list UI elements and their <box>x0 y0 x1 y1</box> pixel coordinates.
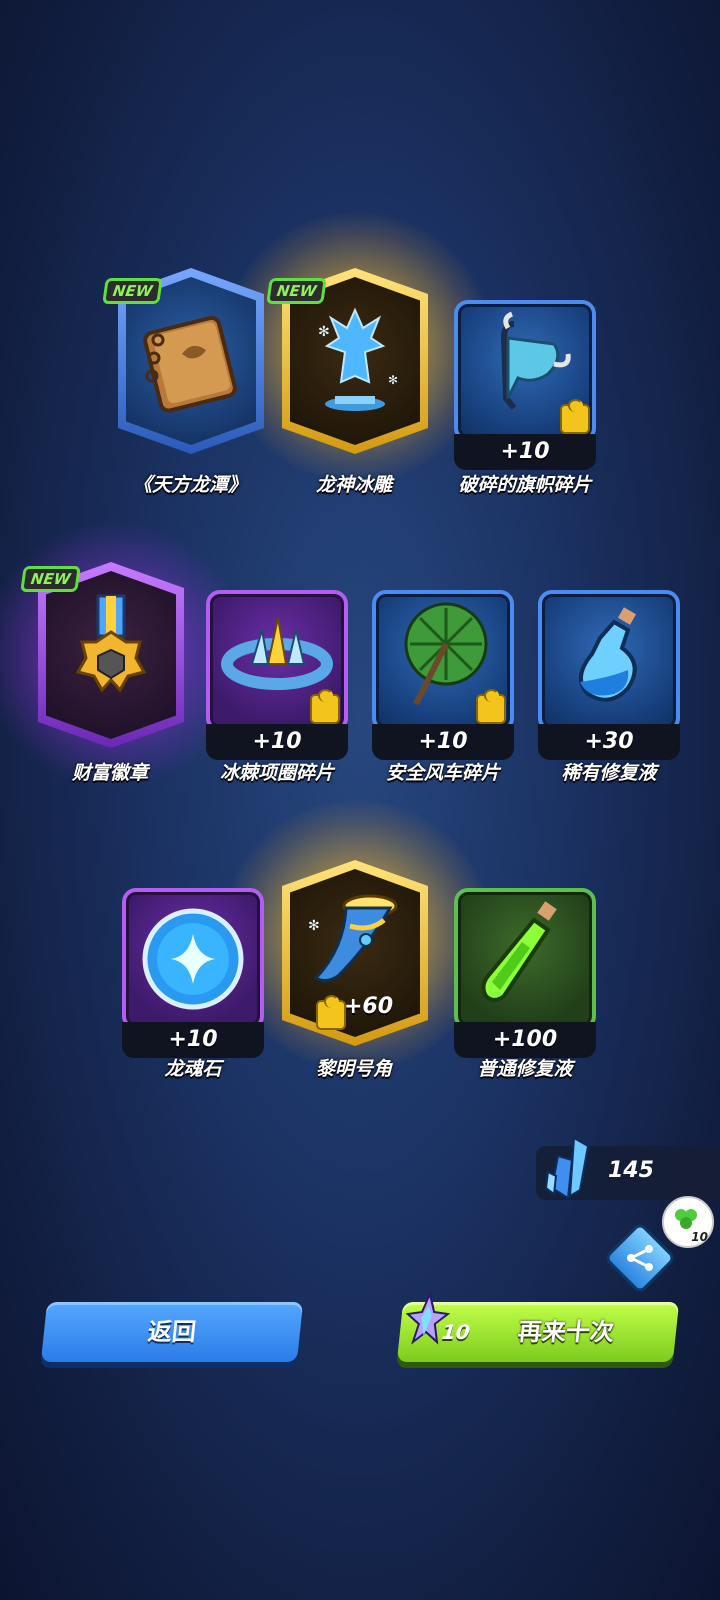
item-card-banner[interactable] <box>454 300 596 442</box>
ancient-book-icon <box>143 315 237 413</box>
puzzle-piece-icon <box>476 689 506 724</box>
puzzle-piece-icon <box>316 995 346 1030</box>
dragon-soul-stone-icon <box>142 908 244 1010</box>
item-card-common-potion[interactable] <box>454 888 596 1030</box>
svg-text:✻: ✻ <box>308 918 320 934</box>
clover-icon <box>675 1209 697 1229</box>
item-card-windmill[interactable] <box>372 590 514 732</box>
item-name: 冰棘项圈碎片 <box>219 762 334 784</box>
svg-text:✻: ✻ <box>318 324 330 340</box>
item-count: +30 <box>538 724 680 760</box>
crystal-currency-display: 145 <box>536 1136 720 1200</box>
back-button[interactable]: 返回 <box>40 1302 304 1362</box>
share-icon <box>627 1245 653 1271</box>
item-count: +10 <box>122 1022 264 1058</box>
item-count: +100 <box>454 1022 596 1058</box>
item-count: +10 <box>206 724 348 760</box>
crystal-icon <box>544 1136 590 1200</box>
green-potion-icon <box>481 901 557 1002</box>
dawn-horn-icon: ✻ <box>308 894 398 983</box>
blue-potion-icon <box>579 607 637 702</box>
share-reward-count: 10 <box>691 1230 708 1244</box>
share-reward-bubble[interactable]: 10 <box>662 1196 714 1248</box>
item-count: +10 <box>454 434 596 470</box>
wealth-medal-icon <box>75 594 147 693</box>
item-card-dragon-soul[interactable] <box>122 888 264 1030</box>
puzzle-piece-icon <box>310 689 340 724</box>
draw-cost: 10 <box>440 1320 472 1344</box>
item-name: 龙魂石 <box>164 1058 222 1080</box>
item-name: 普通修复液 <box>477 1058 573 1080</box>
new-badge: NEW <box>266 278 328 304</box>
item-name: 安全风车碎片 <box>385 762 500 784</box>
svg-text:✻: ✻ <box>388 373 398 387</box>
item-name: 黎明号角 <box>315 1058 392 1080</box>
item-count: +60 <box>344 994 394 1019</box>
item-name: 稀有修复液 <box>561 762 657 784</box>
item-name: 龙神冰雕 <box>315 474 392 496</box>
draw-ten-again-label: 再来十次 <box>516 1318 616 1346</box>
item-name: 财富徽章 <box>71 762 148 784</box>
item-card-rare-potion[interactable] <box>538 590 680 732</box>
draw-ten-again-button[interactable]: 10 再来十次 <box>396 1292 680 1362</box>
new-badge: NEW <box>102 278 164 304</box>
item-count: +10 <box>372 724 514 760</box>
new-badge: NEW <box>20 566 82 592</box>
crystal-count: 145 <box>608 1158 654 1183</box>
item-name: 《天方龙潭》 <box>132 474 247 496</box>
item-card-ice-collar[interactable] <box>206 590 348 732</box>
ice-dragon-statue-icon: ✻ ✻ <box>318 307 398 411</box>
item-card-dawn-horn[interactable]: ✻ +60 <box>282 860 428 1046</box>
item-name: 破碎的旗帜碎片 <box>458 474 592 496</box>
puzzle-piece-icon <box>560 399 590 434</box>
